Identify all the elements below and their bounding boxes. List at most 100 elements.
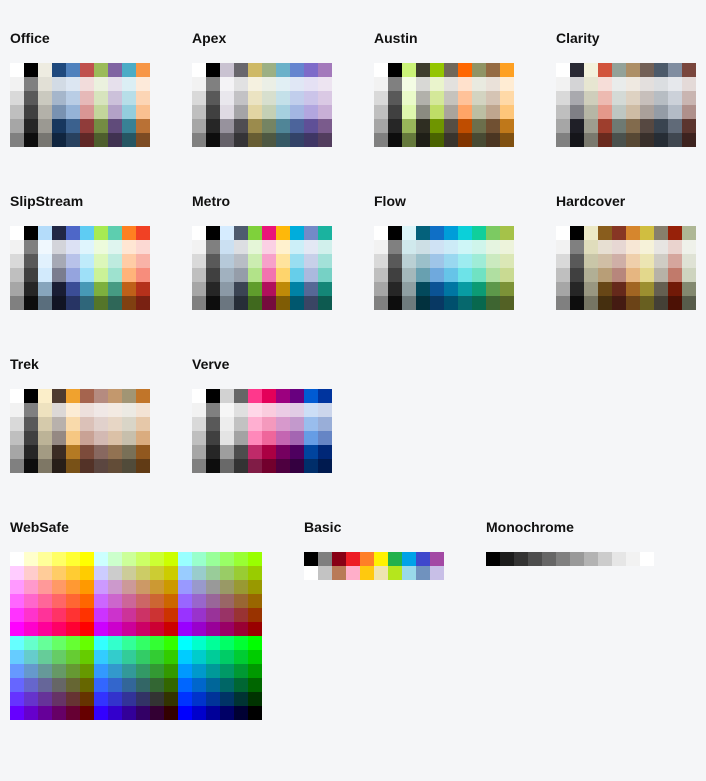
color-swatch[interactable]: [80, 119, 94, 133]
color-swatch[interactable]: [192, 678, 206, 692]
color-swatch[interactable]: [374, 226, 388, 240]
color-swatch[interactable]: [276, 226, 290, 240]
color-swatch[interactable]: [108, 77, 122, 91]
color-swatch[interactable]: [38, 268, 52, 282]
color-swatch[interactable]: [150, 552, 164, 566]
color-swatch[interactable]: [136, 431, 150, 445]
color-swatch[interactable]: [136, 706, 150, 720]
color-swatch[interactable]: [668, 119, 682, 133]
color-swatch[interactable]: [66, 254, 80, 268]
color-swatch[interactable]: [234, 459, 248, 473]
color-swatch[interactable]: [38, 254, 52, 268]
color-swatch[interactable]: [80, 240, 94, 254]
color-swatch[interactable]: [248, 636, 262, 650]
color-swatch[interactable]: [318, 119, 332, 133]
color-swatch[interactable]: [304, 254, 318, 268]
color-swatch[interactable]: [346, 566, 360, 580]
color-swatch[interactable]: [374, 240, 388, 254]
color-swatch[interactable]: [80, 254, 94, 268]
color-swatch[interactable]: [318, 226, 332, 240]
color-swatch[interactable]: [136, 105, 150, 119]
color-swatch[interactable]: [10, 459, 24, 473]
color-swatch[interactable]: [654, 119, 668, 133]
color-swatch[interactable]: [108, 552, 122, 566]
color-swatch[interactable]: [206, 594, 220, 608]
color-swatch[interactable]: [304, 282, 318, 296]
color-swatch[interactable]: [122, 91, 136, 105]
color-swatch[interactable]: [402, 119, 416, 133]
color-swatch[interactable]: [570, 119, 584, 133]
color-swatch[interactable]: [654, 282, 668, 296]
color-swatch[interactable]: [66, 692, 80, 706]
color-swatch[interactable]: [108, 133, 122, 147]
color-swatch[interactable]: [24, 664, 38, 678]
color-swatch[interactable]: [430, 240, 444, 254]
color-swatch[interactable]: [640, 91, 654, 105]
color-swatch[interactable]: [38, 664, 52, 678]
color-swatch[interactable]: [94, 254, 108, 268]
color-swatch[interactable]: [304, 445, 318, 459]
color-swatch[interactable]: [38, 240, 52, 254]
color-swatch[interactable]: [290, 63, 304, 77]
color-swatch[interactable]: [276, 240, 290, 254]
color-swatch[interactable]: [276, 63, 290, 77]
color-swatch[interactable]: [374, 91, 388, 105]
color-swatch[interactable]: [206, 226, 220, 240]
color-swatch[interactable]: [122, 580, 136, 594]
color-swatch[interactable]: [136, 636, 150, 650]
color-swatch[interactable]: [374, 268, 388, 282]
color-swatch[interactable]: [388, 552, 402, 566]
color-swatch[interactable]: [108, 622, 122, 636]
color-swatch[interactable]: [668, 296, 682, 310]
color-swatch[interactable]: [66, 63, 80, 77]
color-swatch[interactable]: [38, 692, 52, 706]
color-swatch[interactable]: [486, 552, 500, 566]
color-swatch[interactable]: [80, 403, 94, 417]
color-swatch[interactable]: [598, 63, 612, 77]
color-swatch[interactable]: [192, 566, 206, 580]
color-swatch[interactable]: [458, 296, 472, 310]
color-swatch[interactable]: [318, 389, 332, 403]
color-swatch[interactable]: [122, 622, 136, 636]
color-swatch[interactable]: [318, 268, 332, 282]
color-swatch[interactable]: [10, 63, 24, 77]
color-swatch[interactable]: [598, 240, 612, 254]
color-swatch[interactable]: [318, 133, 332, 147]
color-swatch[interactable]: [248, 268, 262, 282]
color-swatch[interactable]: [416, 566, 430, 580]
color-swatch[interactable]: [430, 133, 444, 147]
color-swatch[interactable]: [108, 566, 122, 580]
color-swatch[interactable]: [276, 417, 290, 431]
color-swatch[interactable]: [430, 226, 444, 240]
color-swatch[interactable]: [318, 431, 332, 445]
color-swatch[interactable]: [220, 119, 234, 133]
color-swatch[interactable]: [682, 254, 696, 268]
color-swatch[interactable]: [192, 403, 206, 417]
color-swatch[interactable]: [206, 622, 220, 636]
color-swatch[interactable]: [52, 63, 66, 77]
color-swatch[interactable]: [108, 608, 122, 622]
color-swatch[interactable]: [10, 552, 24, 566]
color-swatch[interactable]: [136, 417, 150, 431]
color-swatch[interactable]: [108, 389, 122, 403]
color-swatch[interactable]: [388, 119, 402, 133]
color-swatch[interactable]: [150, 664, 164, 678]
color-swatch[interactable]: [122, 133, 136, 147]
color-swatch[interactable]: [304, 431, 318, 445]
color-swatch[interactable]: [668, 105, 682, 119]
color-swatch[interactable]: [178, 594, 192, 608]
color-swatch[interactable]: [10, 254, 24, 268]
color-swatch[interactable]: [24, 133, 38, 147]
color-swatch[interactable]: [430, 268, 444, 282]
color-swatch[interactable]: [248, 119, 262, 133]
color-swatch[interactable]: [318, 566, 332, 580]
color-swatch[interactable]: [486, 282, 500, 296]
color-swatch[interactable]: [654, 77, 668, 91]
color-swatch[interactable]: [24, 431, 38, 445]
color-swatch[interactable]: [640, 240, 654, 254]
color-swatch[interactable]: [80, 566, 94, 580]
color-swatch[interactable]: [80, 650, 94, 664]
color-swatch[interactable]: [24, 91, 38, 105]
color-swatch[interactable]: [66, 417, 80, 431]
color-swatch[interactable]: [38, 445, 52, 459]
